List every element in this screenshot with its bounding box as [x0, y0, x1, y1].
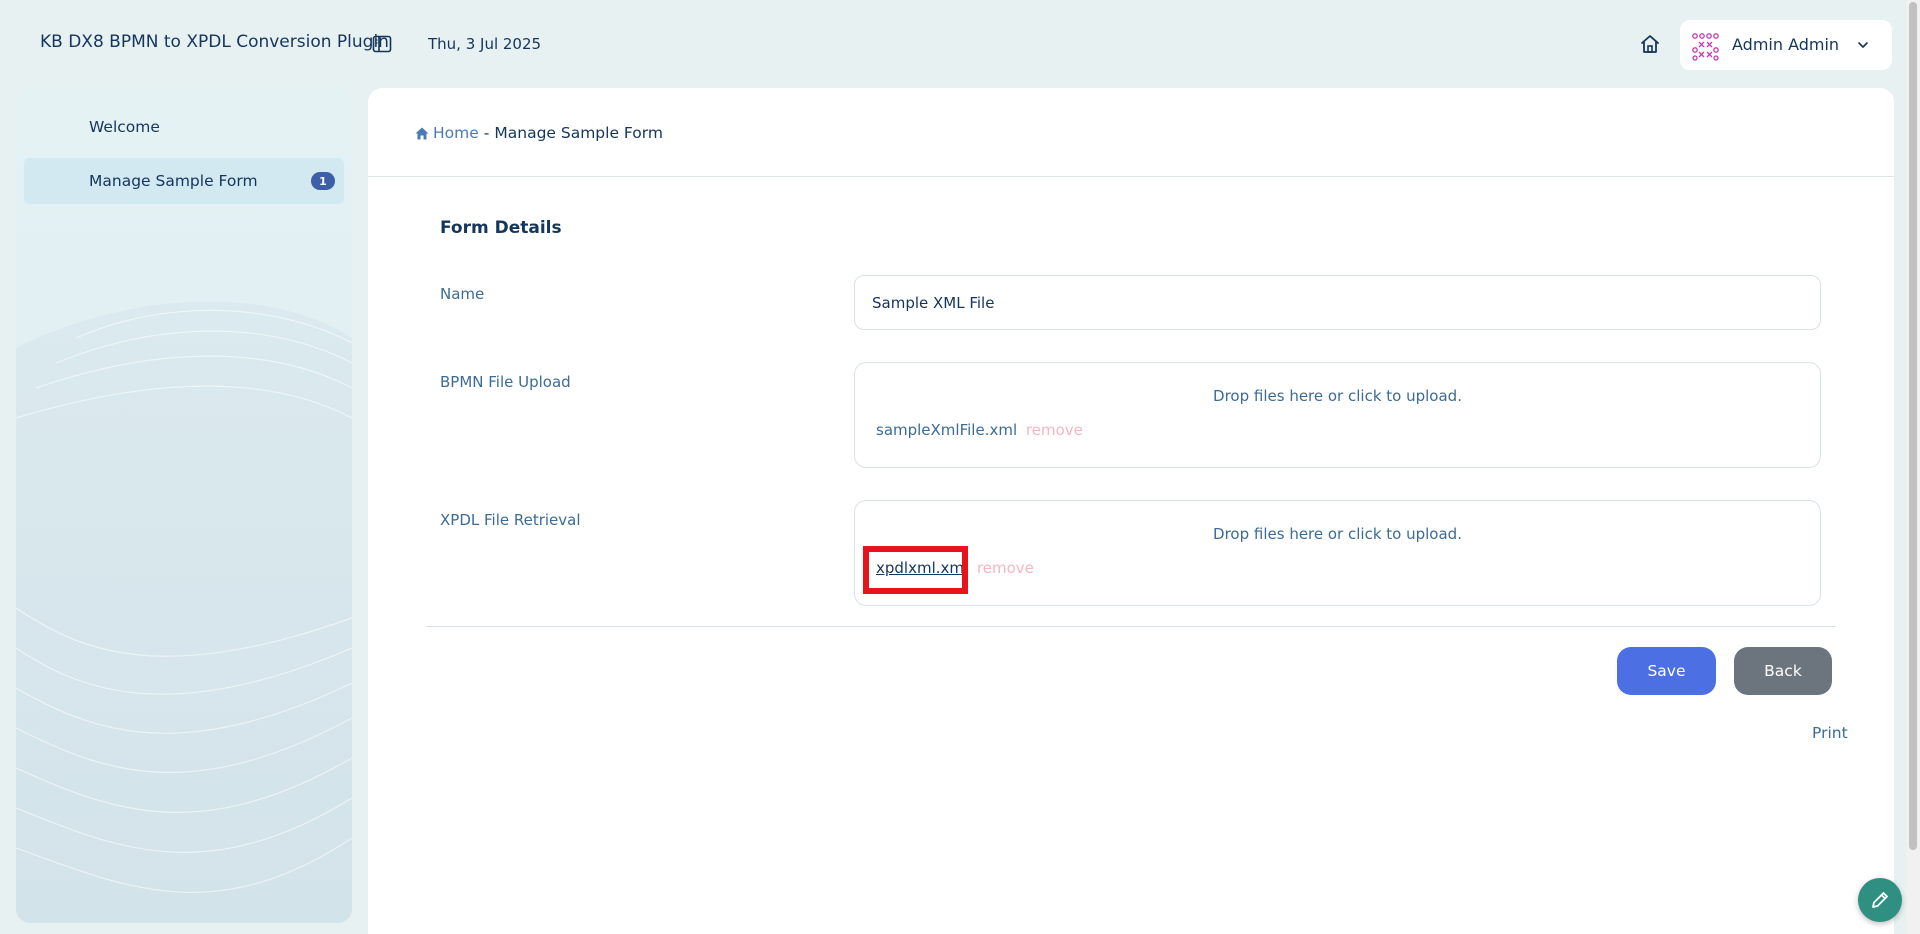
sidebar: Welcome Manage Sample Form 1 [16, 88, 352, 923]
xpdl-remove-link[interactable]: remove [977, 559, 1034, 577]
edit-fab-button[interactable] [1858, 878, 1902, 922]
sidebar-background-waves [16, 301, 352, 923]
xpdl-drop-message: Drop files here or click to upload. [1213, 525, 1462, 543]
back-button[interactable]: Back [1734, 647, 1832, 695]
print-link[interactable]: Print [1812, 724, 1848, 742]
app-title: KB DX8 BPMN to XPDL Conversion Plugin [40, 32, 389, 52]
bpmn-drop-message: Drop files here or click to upload. [1213, 387, 1462, 405]
scrollbar[interactable] [1906, 0, 1920, 934]
home-icon[interactable] [1638, 32, 1662, 56]
pencil-icon [1872, 892, 1888, 908]
bpmn-remove-link[interactable]: remove [1026, 421, 1083, 439]
avatar [1692, 33, 1719, 61]
section-title: Form Details [440, 218, 562, 238]
user-name: Admin Admin [1732, 35, 1840, 54]
breadcrumb: Home - Manage Sample Form [415, 124, 663, 142]
breadcrumb-home-link[interactable]: Home [415, 124, 479, 142]
xpdl-retrieval-label: XPDL File Retrieval [440, 511, 581, 529]
bpmn-file-entry: sampleXmlFile.xml remove [876, 421, 1083, 439]
bpmn-dropzone[interactable]: Drop files here or click to upload. samp… [854, 362, 1821, 468]
count-badge: 1 [311, 172, 335, 190]
top-bar: KB DX8 BPMN to XPDL Conversion Plugin Th… [0, 0, 1906, 88]
breadcrumb-home-label: Home [433, 124, 479, 142]
bpmn-file-link[interactable]: sampleXmlFile.xml [876, 421, 1017, 439]
xpdl-file-link[interactable]: xpdlxml.xml [876, 559, 968, 577]
header-date: Thu, 3 Jul 2025 [428, 35, 542, 53]
name-label: Name [440, 285, 485, 303]
sidebar-item-welcome[interactable]: Welcome [24, 104, 344, 150]
sidebar-item-label: Welcome [89, 118, 160, 136]
header-divider [368, 176, 1894, 177]
main-content: Home - Manage Sample Form Form Details N… [368, 88, 1894, 934]
xpdl-file-entry: xpdlxml.xml remove [876, 559, 1034, 577]
save-button[interactable]: Save [1617, 647, 1716, 695]
name-field[interactable] [854, 275, 1821, 330]
form-divider [426, 626, 1836, 627]
chevron-down-icon [1858, 42, 1868, 48]
sidebar-toggle-icon[interactable] [372, 34, 392, 54]
scrollbar-thumb[interactable] [1909, 2, 1917, 850]
sidebar-item-manage-sample-form[interactable]: Manage Sample Form 1 [24, 158, 344, 204]
xpdl-dropzone[interactable]: Drop files here or click to upload. xpdl… [854, 500, 1821, 606]
user-menu[interactable]: Admin Admin [1680, 20, 1892, 70]
breadcrumb-separator: - [483, 124, 490, 142]
bpmn-upload-label: BPMN File Upload [440, 373, 571, 391]
breadcrumb-current: Manage Sample Form [494, 124, 663, 142]
sidebar-item-label: Manage Sample Form [89, 172, 258, 190]
home-icon [415, 127, 429, 139]
